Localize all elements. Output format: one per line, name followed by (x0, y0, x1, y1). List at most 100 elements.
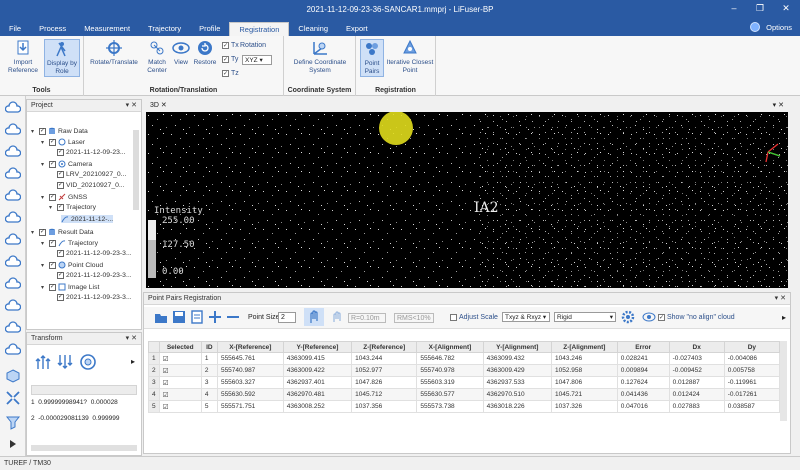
column-header-z-reference[interactable]: Z-[Reference] (351, 341, 418, 353)
define-coordinate-system-button[interactable]: Define Coordinate System (288, 39, 352, 75)
close-button[interactable]: ✕ (780, 3, 792, 14)
column-header-error[interactable]: Error (616, 341, 670, 353)
radius-field[interactable]: R=0.10m (348, 313, 386, 323)
tree-item-trajectory-file[interactable]: 2021-11-12-... (61, 215, 114, 223)
cloud-tool-icon[interactable] (5, 276, 21, 292)
column-header-z-alignment[interactable]: Z-[Alignment] (550, 341, 618, 353)
row-selected-checkbox[interactable]: ☑ (158, 376, 202, 389)
tab-export[interactable]: Export (337, 22, 377, 36)
cloud-tool-icon[interactable] (5, 210, 21, 226)
arrow-right-icon[interactable] (5, 436, 21, 452)
document-icon[interactable] (190, 310, 204, 324)
point-size-spinner[interactable]: 2 (278, 312, 296, 323)
view-button[interactable]: View (172, 39, 190, 67)
panel-pin-close-icon[interactable]: ▾ ✕ (126, 100, 137, 112)
tree-item-raw-data[interactable]: ▾ ✓ Raw Data (31, 127, 88, 135)
table-row[interactable]: 3 ☑ 3 555603.327 4362937.401 1047.826 55… (148, 376, 781, 389)
column-header-id[interactable]: ID (200, 341, 218, 353)
row-selected-checkbox[interactable]: ☑ (158, 400, 202, 413)
transform-apply-icon[interactable] (35, 353, 51, 371)
panel-pin-close-icon[interactable]: ▾ ✕ (773, 99, 784, 112)
cloud-tool-icon[interactable] (5, 232, 21, 248)
row-selected-checkbox[interactable]: ☑ (158, 388, 202, 401)
cube-icon[interactable] (5, 368, 21, 384)
tab-profile[interactable]: Profile (190, 22, 229, 36)
column-header-selected[interactable]: Selected (158, 341, 202, 353)
cloud-tool-icon[interactable] (5, 254, 21, 270)
rms-field[interactable]: RMS<10% (394, 313, 434, 323)
tree-item-result-data[interactable]: ▾ ✓ Result Data (31, 228, 94, 236)
tab-3d[interactable]: 3D (150, 102, 159, 109)
options-menu[interactable]: Options (766, 23, 792, 32)
table-row[interactable]: 1 ☑ 1 555645.761 4363099.415 1043.244 55… (148, 352, 781, 365)
column-header-y-alignment[interactable]: Y-[Alignment] (482, 341, 552, 353)
tab-trajectory[interactable]: Trajectory (139, 22, 190, 36)
transform-reset-icon[interactable] (79, 353, 97, 371)
cloud-tool-icon[interactable] (5, 166, 21, 182)
adjust-scale-checkbox[interactable]: Adjust Scale (450, 314, 498, 321)
tab-cleaning[interactable]: Cleaning (289, 22, 337, 36)
3d-viewport[interactable]: Intensity 255.00 127.50 0.00 IA2 (146, 112, 788, 288)
table-row[interactable]: 2 ☑ 2 555740.987 4363009.422 1052.977 55… (148, 364, 781, 377)
tree-item-trajectory-result[interactable]: ▾ ✓ Trajectory (41, 239, 98, 247)
tree-item-gnss[interactable]: ▾ ✓ GNSS (41, 193, 87, 201)
add-icon[interactable] (208, 310, 222, 324)
display-by-role-button[interactable]: Display by Role (44, 39, 80, 77)
match-center-button[interactable]: Match Center (144, 39, 170, 75)
column-header-x-reference[interactable]: X-[Reference] (216, 341, 284, 353)
method-select[interactable]: Rigid ▾ (554, 312, 616, 322)
tab-file[interactable]: File (0, 22, 30, 36)
tree-item-camera-file-2[interactable]: ✓ VID_20210927_0... (57, 182, 125, 189)
mode-select[interactable]: Txyz & Rxyz ▾ (502, 312, 550, 322)
tab-registration[interactable]: Registration (229, 22, 290, 36)
tree-item-point-cloud[interactable]: ▾ ✓ Point Cloud (41, 261, 103, 269)
hand-pick-icon[interactable] (304, 308, 324, 326)
rotate-translate-button[interactable]: Rotate/Translate (88, 39, 140, 67)
tz-checkbox[interactable]: ✓ Tz (222, 70, 239, 77)
expand-icon[interactable] (5, 390, 21, 406)
table-row[interactable]: 4 ☑ 4 555630.592 4362970.481 1045.712 55… (148, 388, 781, 401)
ty-checkbox[interactable]: ✓ Ty (222, 56, 238, 63)
help-icon[interactable] (750, 22, 761, 32)
cloud-tool-icon[interactable] (5, 342, 21, 358)
cloud-tool-icon[interactable] (5, 144, 21, 160)
transform-scrollbar[interactable] (31, 445, 137, 451)
tx-checkbox[interactable]: ✓ Tx (222, 42, 239, 49)
column-header-y-reference[interactable]: Y-[Reference] (282, 341, 353, 353)
table-scrollbar[interactable] (780, 341, 787, 421)
tab-measurement[interactable]: Measurement (75, 22, 139, 36)
tree-item-trajectory-raw[interactable]: ▾ ✓ Trajectory (49, 204, 96, 211)
tree-item-camera-file-1[interactable]: ✓ LRV_20210927_0... (57, 171, 126, 178)
tab-process[interactable]: Process (30, 22, 75, 36)
tree-item-camera[interactable]: ▾ ✓ Camera (41, 160, 92, 168)
row-selected-checkbox[interactable]: ☑ (158, 364, 202, 377)
table-row[interactable]: 5 ☑ 5 555571.751 4363008.252 1037.356 55… (148, 400, 781, 413)
minimize-button[interactable]: – (728, 3, 740, 14)
tree-item-point-cloud-file[interactable]: ✓ 2021-11-12-09-23-3... (57, 272, 132, 279)
import-reference-button[interactable]: Import Reference (6, 39, 40, 75)
cloud-tool-icon[interactable] (5, 188, 21, 204)
iterative-closest-point-button[interactable]: Iterative Closest Point (386, 39, 434, 75)
arrow-right-icon[interactable]: ▸ (131, 357, 135, 366)
rotation-order-select[interactable]: XYZ ▾ (242, 55, 272, 65)
remove-icon[interactable] (226, 310, 240, 324)
folder-open-icon[interactable] (154, 310, 168, 324)
panel-pin-close-icon[interactable]: ▾ ✕ (126, 333, 137, 345)
filter-icon[interactable] (5, 414, 21, 430)
cloud-tool-icon[interactable] (5, 320, 21, 336)
row-selected-checkbox[interactable]: ☑ (158, 352, 202, 365)
transform-invert-icon[interactable] (57, 353, 73, 371)
restore-button[interactable]: ❐ (754, 3, 766, 14)
restore-view-button[interactable]: Restore (192, 39, 218, 67)
column-header-dx[interactable]: Dx (668, 341, 725, 353)
tree-item-image-list-file[interactable]: ✓ 2021-11-12-09-23-3... (57, 294, 132, 301)
tree-item-image-list[interactable]: ▾ ✓ Image List (41, 283, 99, 291)
close-icon[interactable]: ✕ (161, 102, 167, 109)
project-scrollbar[interactable] (133, 130, 139, 210)
tree-item-laser-file[interactable]: ✓ 2021-11-12-09-23... (57, 149, 126, 156)
hand-pick-auto-icon[interactable] (330, 310, 344, 324)
tree-item-laser[interactable]: ▾ ✓ Laser (41, 138, 85, 146)
toolbar-overflow-icon[interactable]: ▸ (782, 313, 786, 322)
eye-icon[interactable] (642, 310, 656, 324)
cloud-tool-icon[interactable] (5, 100, 21, 116)
